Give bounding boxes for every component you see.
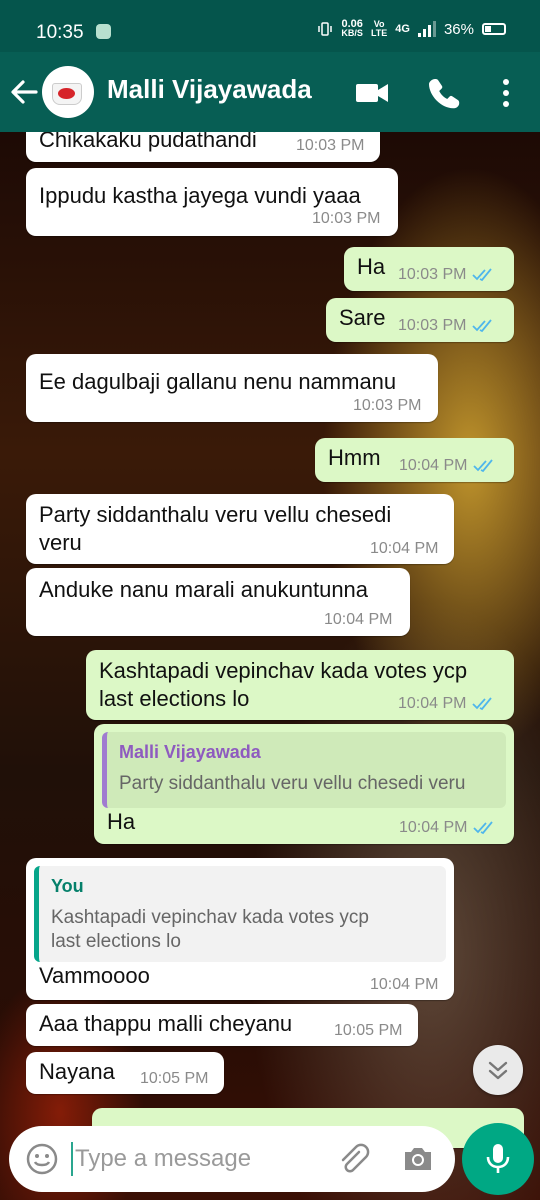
message-outgoing[interactable]: Ha 10:03 PM — [344, 247, 514, 291]
avatar[interactable] — [42, 66, 94, 118]
message-time: 10:03 PM — [353, 397, 422, 414]
message-incoming[interactable]: Ee dagulbaji gallanu nenu nammanu 10:03 … — [26, 354, 438, 422]
message-text: Ha — [357, 254, 386, 279]
contact-name[interactable]: Malli Vijayawada — [107, 74, 312, 105]
message-incoming-reply[interactable]: You Kashtapadi vepinchav kada votes ycp l… — [26, 858, 454, 1000]
chat-header: Malli Vijayawada — [0, 52, 540, 132]
chat-area[interactable]: Chikakaku pudathandi 10:03 PM Ippudu kas… — [0, 132, 540, 1200]
message-outgoing[interactable]: Sare 10:03 PM — [326, 298, 514, 342]
notification-icon — [96, 24, 111, 39]
microphone-button[interactable] — [462, 1123, 534, 1195]
message-time: 10:04 PM — [398, 695, 494, 713]
message-text: Ha — [107, 809, 136, 834]
microphone-icon — [486, 1144, 510, 1173]
camera-icon[interactable] — [401, 1142, 435, 1176]
quote-text: Party siddanthalu veru vellu chesedi ver… — [119, 773, 466, 794]
message-text: Nayana — [39, 1059, 115, 1084]
net-speed: 0.06 KB/S — [341, 18, 363, 38]
message-time: 10:03 PM — [312, 210, 381, 227]
signal-icon — [417, 21, 436, 37]
message-time: 10:04 PM — [399, 819, 495, 837]
quote-author: You — [51, 876, 84, 896]
message-text: Ippudu kastha jayega vundi yaaa — [39, 183, 361, 208]
volte-indicator: Vo LTE — [370, 19, 388, 38]
message-outgoing[interactable]: Hmm 10:04 PM — [315, 438, 514, 482]
battery-icon — [482, 23, 506, 35]
message-text: Vammoooo — [39, 963, 150, 988]
arrow-left-icon[interactable] — [8, 74, 40, 110]
message-incoming[interactable]: Aaa thappu malli cheyanu 10:05 PM — [26, 1004, 418, 1046]
message-time: 10:04 PM — [370, 976, 439, 993]
text-cursor — [71, 1142, 73, 1176]
message-text: Chikakaku pudathandi — [39, 132, 257, 152]
more-vertical-icon[interactable] — [496, 76, 530, 110]
network-type: 4G — [395, 22, 410, 35]
video-camera-icon[interactable] — [355, 76, 389, 110]
message-time: 10:03 PM — [398, 266, 494, 284]
quoted-message[interactable]: Malli Vijayawada Party siddanthalu veru … — [102, 732, 506, 808]
message-time: 10:05 PM — [140, 1070, 209, 1087]
quote-author: Malli Vijayawada — [119, 742, 261, 762]
message-incoming[interactable]: Ippudu kastha jayega vundi yaaa 10:03 PM — [26, 168, 398, 236]
read-receipt-icon — [472, 697, 493, 710]
message-input[interactable]: Type a message — [75, 1145, 251, 1173]
message-incoming[interactable]: Party siddanthalu veru vellu chesedi veru… — [26, 494, 454, 564]
message-input-bar: Type a message — [9, 1126, 455, 1192]
chevron-double-down-icon — [488, 1061, 508, 1080]
message-outgoing-reply[interactable]: Malli Vijayawada Party siddanthalu veru … — [94, 724, 514, 844]
message-incoming[interactable]: Chikakaku pudathandi 10:03 PM — [26, 132, 380, 162]
message-incoming[interactable]: Nayana 10:05 PM — [26, 1052, 224, 1094]
message-time: 10:05 PM — [334, 1022, 403, 1039]
read-receipt-icon — [473, 459, 494, 472]
read-receipt-icon — [472, 319, 493, 332]
message-time: 10:03 PM — [398, 317, 494, 335]
message-time: 10:04 PM — [399, 457, 495, 475]
message-text: Sare — [339, 305, 386, 330]
read-receipt-icon — [472, 268, 493, 281]
message-time: 10:04 PM — [370, 540, 439, 557]
battery-percent: 36% — [443, 20, 474, 38]
phone-icon[interactable] — [428, 76, 462, 110]
scroll-to-bottom-button[interactable] — [473, 1045, 523, 1095]
message-text: Ee dagulbaji gallanu nenu nammanu — [39, 369, 397, 394]
read-receipt-icon — [473, 821, 494, 834]
quote-text: Kashtapadi vepinchav kada votes ycp last … — [51, 907, 369, 952]
message-text: Hmm — [328, 445, 381, 470]
quoted-message[interactable]: You Kashtapadi vepinchav kada votes ycp l… — [34, 866, 446, 962]
message-time: 10:03 PM — [296, 137, 365, 154]
message-time: 10:04 PM — [324, 611, 393, 628]
message-outgoing[interactable]: Kashtapadi vepinchav kada votes ycp last … — [86, 650, 514, 720]
message-incoming[interactable]: Anduke nanu marali anukuntunna 10:04 PM — [26, 568, 410, 636]
status-indicators: 0.06 KB/S Vo LTE 4G 36% — [317, 18, 506, 38]
status-bar: 10:35 0.06 KB/S Vo LTE 4G 36% — [0, 0, 540, 52]
status-time: 10:35 — [36, 22, 84, 43]
message-text: Party siddanthalu veru vellu chesedi veru — [39, 502, 392, 555]
message-text: Aaa thappu malli cheyanu — [39, 1011, 293, 1036]
paperclip-icon[interactable] — [336, 1142, 370, 1176]
emoji-icon[interactable] — [25, 1142, 59, 1176]
message-text: Anduke nanu marali anukuntunna — [39, 577, 369, 602]
vibrate-icon — [318, 22, 333, 36]
